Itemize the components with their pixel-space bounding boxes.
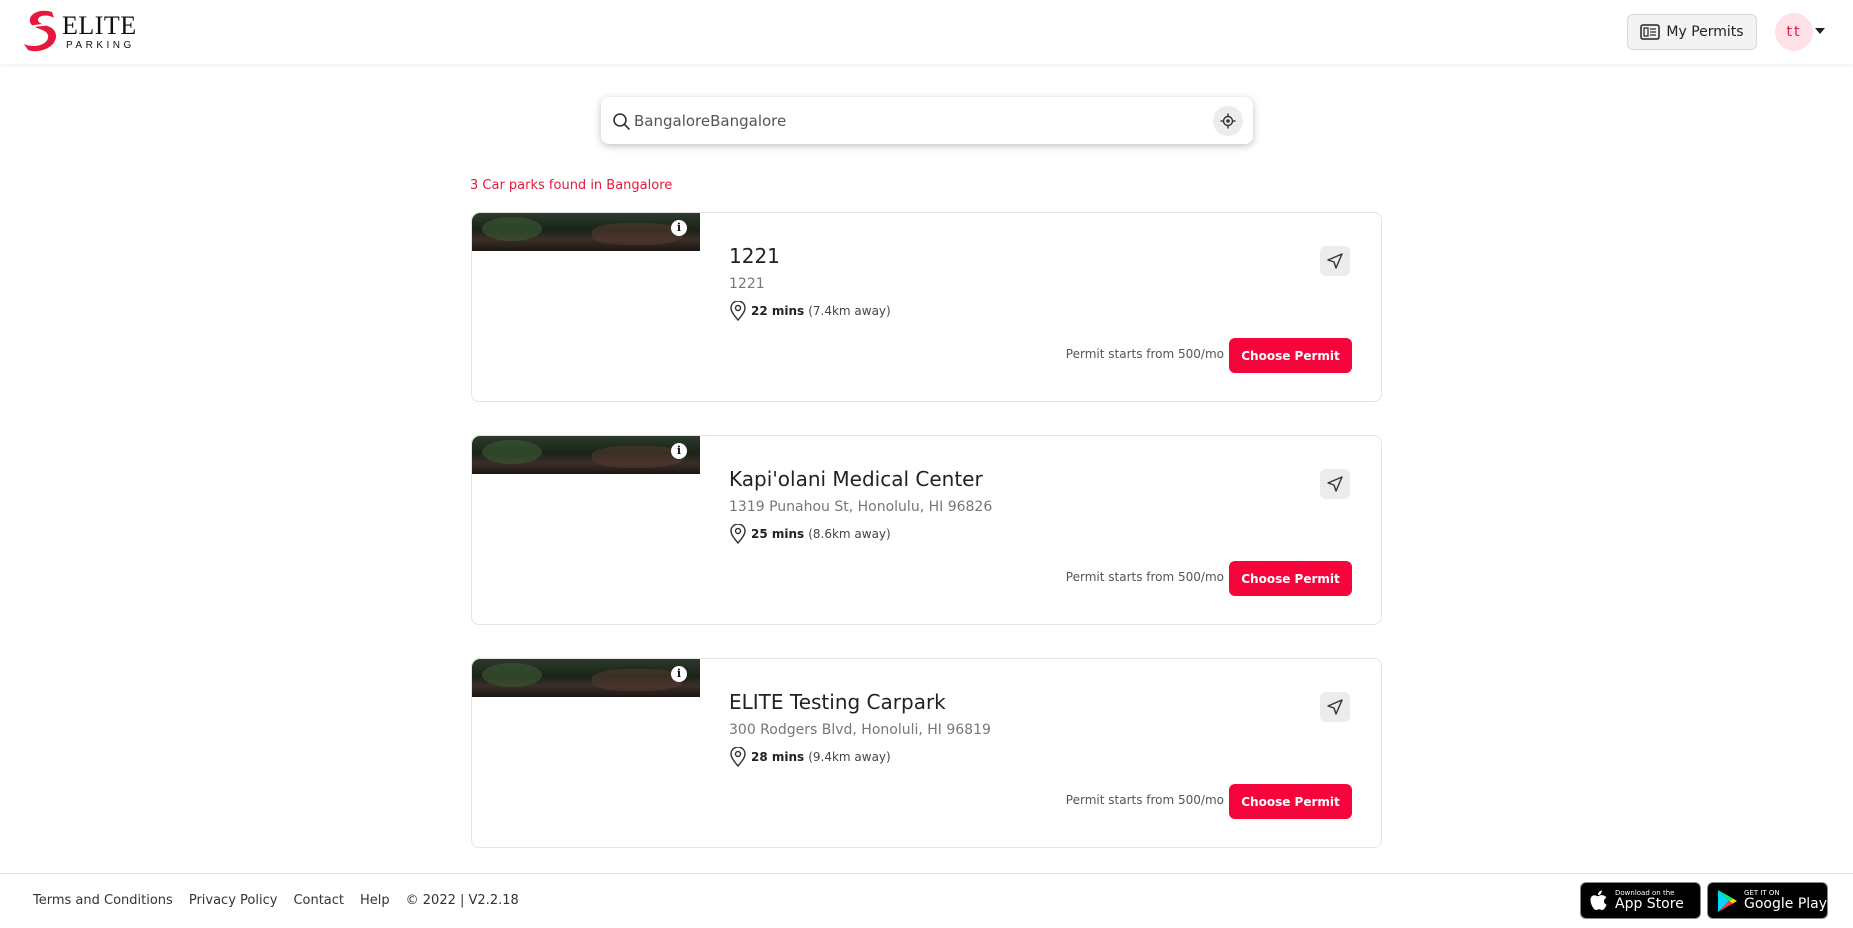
carpark-title: 1221 [729, 244, 780, 268]
carpark-card[interactable]: i Kapi'olani Medical Center 1319 Punahou… [471, 435, 1382, 625]
logo-s-mark-icon [24, 10, 61, 52]
choose-permit-button[interactable]: Choose Permit [1229, 338, 1352, 373]
info-icon[interactable]: i [671, 666, 687, 682]
permit-card-icon [1640, 24, 1661, 40]
directions-button[interactable] [1320, 246, 1350, 276]
current-location-button[interactable] [1213, 106, 1243, 136]
help-link[interactable]: Help [360, 893, 390, 908]
carpark-distance: 22 mins (7.4km away) [729, 301, 891, 321]
elite-parking-logo[interactable]: ELITE PARKING [22, 8, 137, 52]
google-play-big: Google Play [1744, 896, 1828, 912]
permit-price-text: Permit starts from 500/mo [1065, 570, 1224, 584]
logo-text-elite: ELITE [62, 11, 137, 40]
navigation-arrow-icon [1327, 699, 1343, 715]
top-header: ELITE PARKING My Permits tt [0, 0, 1853, 64]
user-avatar[interactable]: tt [1775, 13, 1813, 51]
navigation-arrow-icon [1327, 253, 1343, 269]
drive-time: 25 mins [751, 527, 805, 541]
app-store-big: App Store [1615, 896, 1684, 912]
info-icon[interactable]: i [671, 443, 687, 459]
info-icon[interactable]: i [671, 220, 687, 236]
google-play-icon [1718, 889, 1737, 912]
drive-time: 28 mins [751, 750, 805, 764]
carpark-image [472, 213, 700, 251]
my-permits-button[interactable]: My Permits [1627, 14, 1757, 50]
footer-links: Terms and Conditions Privacy Policy Cont… [33, 893, 519, 908]
location-search-bar [601, 97, 1253, 144]
copyright-text: © 2022 | V2.2.18 [405, 893, 519, 908]
app-store-button[interactable]: Download on the App Store [1580, 882, 1701, 919]
permit-price-text: Permit starts from 500/mo [1065, 793, 1224, 807]
distance-text: (7.4km away) [808, 304, 891, 318]
carpark-address: 300 Rodgers Blvd, Honoluli, HI 96819 [729, 722, 991, 738]
crosshair-icon [1220, 113, 1236, 129]
search-input[interactable] [634, 105, 1204, 136]
apple-icon [1590, 890, 1607, 910]
contact-link[interactable]: Contact [293, 893, 344, 908]
page-footer: Terms and Conditions Privacy Policy Cont… [0, 873, 1853, 928]
privacy-link[interactable]: Privacy Policy [189, 893, 278, 908]
choose-permit-button[interactable]: Choose Permit [1229, 784, 1352, 819]
carpark-distance: 28 mins (9.4km away) [729, 747, 891, 767]
carpark-title: Kapi'olani Medical Center [729, 467, 983, 491]
carpark-image [472, 436, 700, 474]
location-pin-icon [730, 747, 746, 767]
directions-button[interactable] [1320, 469, 1350, 499]
google-play-button[interactable]: GET IT ON Google Play [1707, 882, 1828, 919]
carpark-title: ELITE Testing Carpark [729, 690, 946, 714]
carpark-card[interactable]: i 1221 1221 22 mins (7.4km away) Permit … [471, 212, 1382, 402]
carpark-image [472, 659, 700, 697]
choose-permit-button[interactable]: Choose Permit [1229, 561, 1352, 596]
chevron-down-icon[interactable] [1815, 28, 1825, 34]
my-permits-label: My Permits [1666, 24, 1744, 40]
location-pin-icon [730, 524, 746, 544]
carpark-card[interactable]: i ELITE Testing Carpark 300 Rodgers Blvd… [471, 658, 1382, 848]
location-pin-icon [730, 301, 746, 321]
carpark-address: 1319 Punahou St, Honolulu, HI 96826 [729, 499, 993, 515]
navigation-arrow-icon [1327, 476, 1343, 492]
drive-time: 22 mins [751, 304, 805, 318]
terms-link[interactable]: Terms and Conditions [33, 893, 173, 908]
carpark-address: 1221 [729, 276, 765, 292]
logo-text-parking: PARKING [66, 40, 135, 51]
results-count: 3 Car parks found in Bangalore [470, 178, 673, 193]
search-icon [613, 113, 630, 130]
distance-text: (8.6km away) [808, 527, 891, 541]
carpark-distance: 25 mins (8.6km away) [729, 524, 891, 544]
directions-button[interactable] [1320, 692, 1350, 722]
distance-text: (9.4km away) [808, 750, 891, 764]
permit-price-text: Permit starts from 500/mo [1065, 347, 1224, 361]
